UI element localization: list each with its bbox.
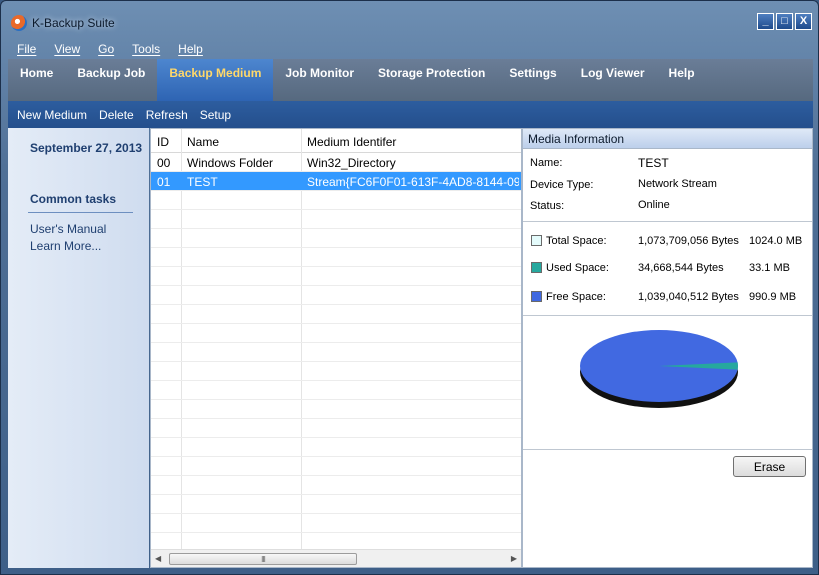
tab-job-monitor[interactable]: Job Monitor (273, 59, 366, 101)
name-label: Name: (530, 157, 563, 169)
column-header-name[interactable]: Name (187, 135, 219, 149)
menu-file[interactable]: File (8, 42, 45, 56)
empty-row (151, 419, 521, 438)
tab-backup-job[interactable]: Backup Job (65, 59, 157, 101)
free-space-mb: 990.9 MB (749, 291, 797, 303)
learn-more-link[interactable]: Learn More... (30, 239, 101, 253)
scroll-thumb[interactable]: III (169, 553, 357, 565)
free-space-label: Free Space: (546, 291, 606, 303)
used-space-mb: 33.1 MB (749, 262, 790, 274)
scroll-right-arrow-icon[interactable]: ▶ (511, 554, 517, 563)
menu-go[interactable]: Go (89, 42, 123, 56)
pie-chart-svg (580, 330, 738, 408)
empty-row (151, 210, 521, 229)
used-space-label: Used Space: (546, 262, 609, 274)
empty-row (151, 400, 521, 419)
window-title: K-Backup Suite (32, 16, 115, 30)
menu-view[interactable]: View (45, 42, 89, 56)
total-space-bytes: 1,073,709,056 Bytes (638, 235, 739, 247)
free-space-swatch (531, 291, 542, 302)
space-pie-chart (573, 321, 753, 421)
empty-row (151, 343, 521, 362)
users-manual-link[interactable]: User's Manual (30, 222, 106, 236)
used-space-bytes: 34,668,544 Bytes (638, 262, 724, 274)
scroll-left-arrow-icon[interactable]: ◀ (155, 554, 161, 563)
media-info-panel: Media Information Name: TEST Device Type… (522, 128, 813, 568)
total-space-swatch (531, 235, 542, 246)
title-bar[interactable]: K-Backup Suite _ □ X (1, 1, 818, 39)
name-value: TEST (638, 156, 669, 170)
erase-button[interactable]: Erase (733, 456, 806, 477)
tab-log-viewer[interactable]: Log Viewer (569, 59, 657, 101)
free-space-bytes: 1,039,040,512 Bytes (638, 291, 739, 303)
tab-home[interactable]: Home (8, 59, 65, 101)
empty-row (151, 286, 521, 305)
empty-row (151, 457, 521, 476)
device-type-label: Device Type: (530, 179, 594, 191)
empty-row (151, 248, 521, 267)
tab-backup-medium[interactable]: Backup Medium (157, 59, 274, 101)
menu-help[interactable]: Help (169, 42, 212, 56)
empty-row (151, 362, 521, 381)
app-logo-icon (11, 15, 27, 31)
table-cell-name: Windows Folder (187, 156, 274, 170)
close-button[interactable]: X (795, 13, 812, 30)
empty-row (151, 381, 521, 400)
chart-divider (523, 449, 812, 450)
table-row[interactable]: 00 Windows Folder Win32_Directory (151, 153, 521, 172)
maximize-button[interactable]: □ (776, 13, 793, 30)
column-header-id[interactable]: ID (157, 135, 169, 149)
refresh-button[interactable]: Refresh (140, 108, 194, 122)
table-cell-identifier: Stream{FC6F0F01-613F-4AD8-8144-0975 (307, 175, 519, 189)
status-label: Status: (530, 200, 565, 212)
minimize-button[interactable]: _ (757, 13, 774, 30)
tab-settings[interactable]: Settings (497, 59, 568, 101)
sidebar: September 27, 2013 Common tasks User's M… (8, 128, 149, 568)
action-toolbar: New Medium Delete Refresh Setup (8, 101, 813, 128)
info-divider (523, 221, 812, 222)
setup-button[interactable]: Setup (194, 108, 237, 122)
tasks-divider (28, 212, 133, 213)
list-header: ID Name Medium Identifer (151, 129, 521, 153)
empty-row (151, 267, 521, 286)
app-window: K-Backup Suite _ □ X File View Go Tools … (0, 0, 819, 575)
horizontal-scrollbar[interactable]: ◀ III ▶ (151, 549, 521, 567)
empty-row (151, 191, 521, 210)
menu-bar: File View Go Tools Help (8, 39, 813, 59)
new-medium-button[interactable]: New Medium (11, 108, 93, 122)
used-space-swatch (531, 262, 542, 273)
current-date: September 27, 2013 (30, 141, 143, 155)
table-cell-name: TEST (187, 175, 218, 189)
menu-tools[interactable]: Tools (123, 42, 169, 56)
total-space-mb: 1024.0 MB (749, 235, 803, 247)
empty-row (151, 229, 521, 248)
space-divider (523, 315, 812, 316)
tab-help[interactable]: Help (657, 59, 707, 101)
medium-list: ID Name Medium Identifer 00 Windows Folde… (150, 128, 522, 568)
total-space-label: Total Space: (546, 235, 607, 247)
table-cell-identifier: Win32_Directory (307, 156, 396, 170)
table-cell-id: 00 (157, 156, 171, 170)
empty-row (151, 305, 521, 324)
column-header-identifier[interactable]: Medium Identifer (307, 135, 396, 149)
table-row[interactable]: 01 TEST Stream{FC6F0F01-613F-4AD8-8144-097… (151, 172, 521, 191)
empty-row (151, 495, 521, 514)
main-tabs: Home Backup Job Backup Medium Job Monito… (8, 59, 813, 101)
empty-row (151, 476, 521, 495)
status-value: Online (638, 199, 670, 211)
table-cell-id: 01 (157, 175, 171, 189)
media-info-title: Media Information (523, 129, 812, 149)
empty-row (151, 324, 521, 343)
device-type-value: Network Stream (638, 178, 717, 190)
empty-row (151, 514, 521, 533)
delete-button[interactable]: Delete (93, 108, 140, 122)
empty-row (151, 438, 521, 457)
tab-storage-protection[interactable]: Storage Protection (366, 59, 497, 101)
common-tasks-heading: Common tasks (30, 192, 117, 206)
